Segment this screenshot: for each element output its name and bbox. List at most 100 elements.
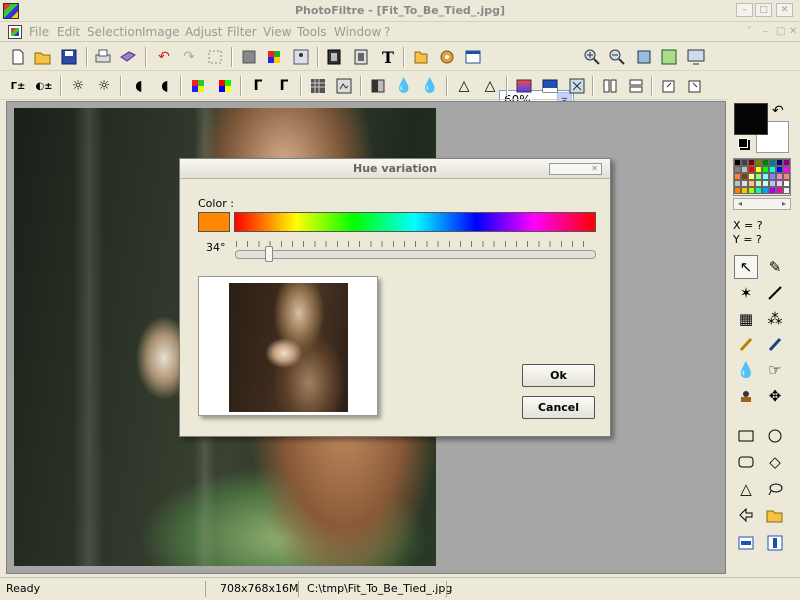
vertical-selection-icon[interactable] (763, 531, 787, 555)
mosaic-icon[interactable] (307, 75, 329, 97)
gamma-minus-icon[interactable]: Γ (247, 75, 269, 97)
emboss-icon[interactable] (367, 75, 389, 97)
blur-tool-icon[interactable]: 💧 (734, 358, 758, 382)
palette-swatch[interactable] (755, 187, 762, 194)
lasso-shape-icon[interactable] (763, 477, 787, 501)
dialog-close-icon[interactable]: ✕ (549, 163, 602, 175)
cancel-button[interactable]: Cancel (522, 396, 595, 419)
print-icon[interactable] (92, 46, 114, 68)
saturation-minus-icon[interactable] (187, 75, 209, 97)
palette-swatch[interactable] (762, 180, 769, 187)
palette-swatch[interactable] (741, 187, 748, 194)
text-icon[interactable]: T (377, 46, 399, 68)
redo-icon[interactable]: ↷ (178, 46, 200, 68)
palette-swatch[interactable] (755, 159, 762, 166)
fullscreen-icon[interactable] (685, 46, 707, 68)
text-frame-icon[interactable] (350, 46, 372, 68)
menu-edit[interactable]: Edit (57, 25, 80, 39)
eyedropper-tool-icon[interactable]: ✎ (763, 255, 787, 279)
palette-swatch[interactable] (762, 166, 769, 173)
frame-icon[interactable] (323, 46, 345, 68)
palette-next-icon[interactable]: ▸ (782, 199, 786, 209)
saturation-plus-icon[interactable] (214, 75, 236, 97)
advanced-brush-tool-icon[interactable] (763, 332, 787, 356)
zoom-out-icon[interactable] (606, 46, 628, 68)
mdi-close-button[interactable]: ✕ (789, 26, 797, 37)
move-tool-icon[interactable]: ✥ (763, 384, 787, 408)
flip-horizontal-icon[interactable] (599, 75, 621, 97)
sharpen-drop-icon[interactable]: 💧 (419, 75, 441, 97)
palette-swatch[interactable] (741, 159, 748, 166)
hue-slider-thumb[interactable] (265, 246, 274, 262)
palette-swatch[interactable] (755, 173, 762, 180)
default-colors-icon[interactable] (738, 138, 748, 148)
palette-prev-icon[interactable]: ◂ (738, 199, 742, 209)
palette-swatch[interactable] (748, 173, 755, 180)
menu-window[interactable]: Window (334, 25, 381, 39)
rounded-rect-shape-icon[interactable] (734, 450, 758, 474)
ok-button[interactable]: Ok (522, 364, 595, 387)
palette-swatch[interactable] (734, 187, 741, 194)
scanner-icon[interactable] (117, 46, 139, 68)
mdi-restore-button[interactable]: □ (776, 26, 785, 37)
ellipse-shape-icon[interactable] (763, 424, 787, 448)
palette-swatch[interactable] (734, 180, 741, 187)
palette-swatch[interactable] (734, 166, 741, 173)
diamond-shape-icon[interactable]: ◇ (763, 450, 787, 474)
menu-adjust[interactable]: Adjust (185, 25, 223, 39)
palette-swatch[interactable] (769, 159, 776, 166)
actual-size-icon[interactable] (658, 46, 680, 68)
menu-image[interactable]: Image (142, 25, 180, 39)
menu-file[interactable]: File (29, 25, 49, 39)
palette-swatch[interactable] (783, 159, 790, 166)
palette-swatch[interactable] (748, 159, 755, 166)
menu-selection[interactable]: Selection (87, 25, 142, 39)
triangle-filter-icon[interactable]: △ (453, 75, 475, 97)
fill-bucket-tool-icon[interactable]: ▦ (734, 307, 758, 331)
polygon-shape-icon[interactable] (734, 503, 758, 527)
line-tool-icon[interactable] (763, 281, 787, 305)
color-palette[interactable] (733, 158, 791, 196)
triangle-shape-icon[interactable]: △ (734, 477, 758, 501)
palette-swatch[interactable] (776, 187, 783, 194)
palette-swatch[interactable] (783, 180, 790, 187)
gradient-icon[interactable] (513, 75, 535, 97)
minimize-button[interactable]: – (736, 3, 753, 17)
palette-swatch[interactable] (748, 180, 755, 187)
menu-filter[interactable]: Filter (227, 25, 257, 39)
palette-swatch[interactable] (769, 166, 776, 173)
plugin-icon[interactable] (436, 46, 458, 68)
magic-wand-tool-icon[interactable]: ✶ (734, 281, 758, 305)
dialog-title-bar[interactable]: Hue variation ✕ (180, 159, 610, 179)
palette-swatch[interactable] (755, 166, 762, 173)
palette-swatch[interactable] (762, 173, 769, 180)
rotate-left-icon[interactable] (658, 75, 680, 97)
palette-swatch[interactable] (769, 173, 776, 180)
palette-swatch[interactable] (741, 166, 748, 173)
fit-window-icon[interactable] (633, 46, 655, 68)
color-grid-icon[interactable] (263, 46, 285, 68)
contrast-minus-icon[interactable]: ◖ (128, 75, 150, 97)
document-icon[interactable] (8, 25, 22, 39)
palette-swatch[interactable] (776, 180, 783, 187)
brightness-plus-icon[interactable]: ☼ (93, 75, 115, 97)
palette-swatch[interactable] (755, 180, 762, 187)
smudge-tool-icon[interactable]: ☞ (763, 358, 787, 382)
palette-swatch[interactable] (769, 187, 776, 194)
close-button[interactable]: ✕ (776, 3, 793, 17)
palette-swatch[interactable] (776, 173, 783, 180)
blur-drop-icon[interactable]: 💧 (393, 75, 415, 97)
palette-swatch[interactable] (783, 173, 790, 180)
brightness-minus-icon[interactable]: ☼ (67, 75, 89, 97)
palette-swatch[interactable] (734, 173, 741, 180)
menu-view[interactable]: View (263, 25, 291, 39)
maximize-button[interactable]: □ (755, 3, 772, 17)
palette-swatch[interactable] (783, 166, 790, 173)
palette-swatch[interactable] (783, 187, 790, 194)
foreground-color-swatch[interactable] (734, 103, 768, 135)
horizontal-selection-icon[interactable] (734, 531, 758, 555)
palette-swatch[interactable] (748, 187, 755, 194)
select-area-icon[interactable] (204, 46, 226, 68)
open-shape-icon[interactable] (763, 503, 787, 527)
hue-slider[interactable] (235, 250, 596, 259)
